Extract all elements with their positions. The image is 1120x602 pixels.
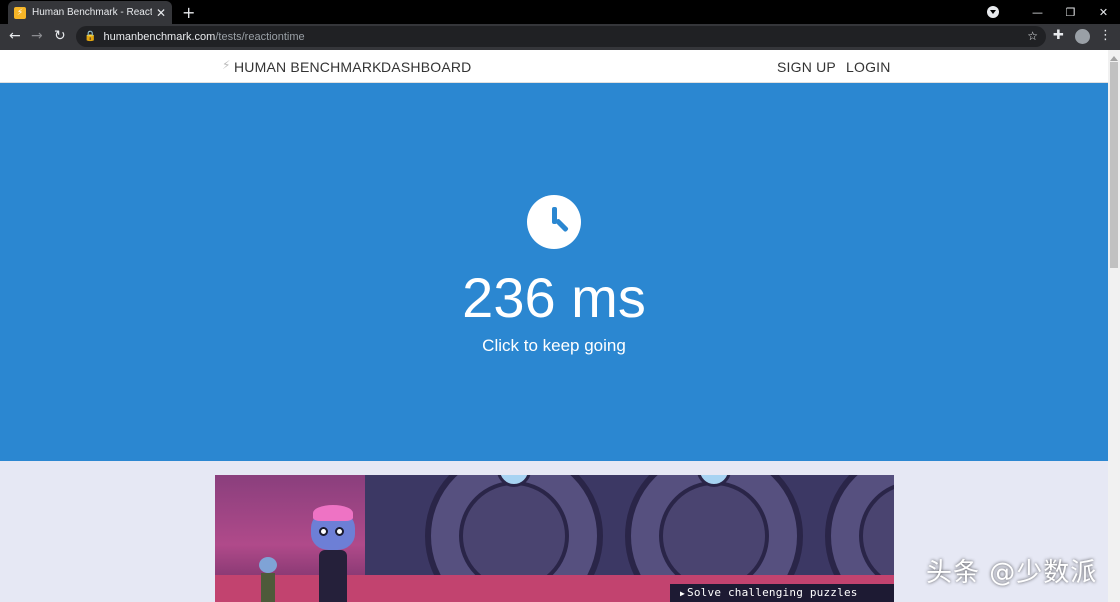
site-navbar: ⚡ HUMAN BENCHMARK DASHBOARD SIGN UP LOGI… [0,50,1108,83]
ad-small-character [257,557,279,602]
browser-tab-strip: ⚡ Human Benchmark - Reaction ✕ + — ❐ ✕ [0,0,1120,24]
clock-icon [527,195,581,249]
lightning-favicon-icon: ⚡ [14,6,26,19]
lock-icon[interactable]: 🔒 [84,31,96,42]
tab-search-icon[interactable] [987,6,999,18]
nav-brand-link[interactable]: HUMAN BENCHMARK [234,59,382,75]
extensions-puzzle-icon[interactable]: ✚ [1053,28,1064,43]
nav-signup-link[interactable]: SIGN UP [777,59,836,75]
new-tab-icon[interactable]: + [182,3,195,22]
tab-title: Human Benchmark - Reaction [32,7,152,18]
minimize-icon[interactable]: — [1021,6,1054,19]
lightning-logo-icon[interactable]: ⚡ [222,58,230,72]
url-path: /tests/reactiontime [215,30,305,43]
url-host: humanbenchmark.com [103,30,216,43]
scrollbar-thumb[interactable] [1110,62,1118,268]
scroll-up-arrow-icon[interactable] [1110,52,1118,61]
watermark: 头条 @少数派 [926,558,1098,588]
browser-toolbar: ← → ↻ 🔒 humanbenchmark.com/tests/reactio… [0,24,1120,50]
page-viewport: ⚡ HUMAN BENCHMARK DASHBOARD SIGN UP LOGI… [0,50,1108,602]
nav-dashboard-link[interactable]: DASHBOARD [381,59,471,75]
nav-login-link[interactable]: LOGIN [846,59,891,75]
ad-banner[interactable]: ▶ Solve challenging puzzles [215,475,894,602]
reaction-time-result: 236 ms [462,266,646,329]
click-instruction: Click to keep going [482,336,626,355]
restore-icon[interactable]: ❐ [1054,6,1087,19]
play-triangle-icon: ▶ [680,589,686,598]
browser-tab[interactable]: ⚡ Human Benchmark - Reaction ✕ [8,1,172,24]
window-close-icon[interactable]: ✕ [1087,6,1120,19]
profile-avatar[interactable] [1075,29,1090,44]
page-scrollbar[interactable] [1108,50,1120,602]
forward-arrow-icon[interactable]: → [31,28,43,44]
ad-caption[interactable]: ▶ Solve challenging puzzles [670,584,894,602]
address-bar[interactable]: 🔒 humanbenchmark.com/tests/reactiontime … [76,26,1046,47]
reload-icon[interactable]: ↻ [54,28,66,44]
tab-close-icon[interactable]: ✕ [156,6,166,20]
browser-menu-icon[interactable]: ⋮ [1099,28,1112,43]
bookmark-star-icon[interactable]: ☆ [1027,29,1038,43]
back-arrow-icon[interactable]: ← [9,28,21,44]
ad-main-character [307,505,359,602]
ad-caption-text: Solve challenging puzzles [687,586,858,599]
reaction-test-area[interactable]: 236 ms Click to keep going [0,83,1108,461]
